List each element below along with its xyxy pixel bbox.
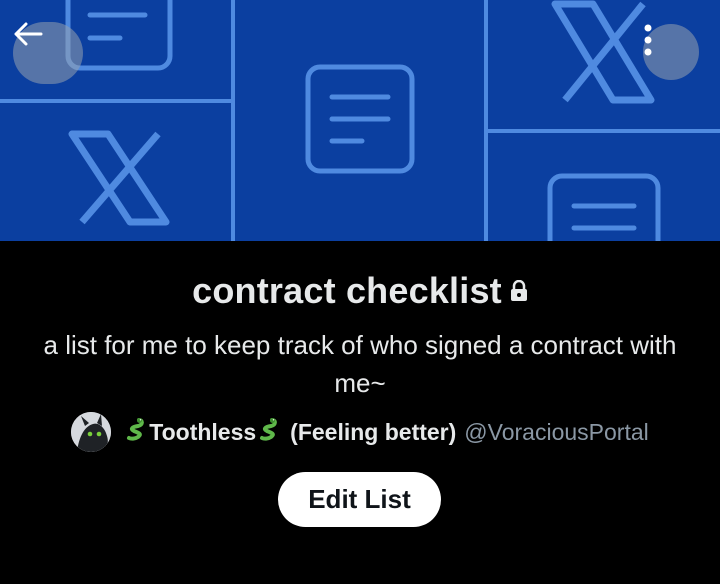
list-title: contract checklist (192, 270, 502, 311)
list-banner (0, 0, 720, 241)
list-owner[interactable]: Toothless (Feeling better) @VoraciousPor… (0, 412, 720, 452)
owner-handle[interactable]: @VoraciousPortal (464, 419, 648, 446)
list-description: a list for me to keep track of who signe… (43, 330, 677, 398)
back-button[interactable] (13, 22, 83, 84)
banner-pattern (0, 0, 720, 241)
owner-display-name[interactable]: Toothless (Feeling better) (123, 417, 456, 447)
list-title-row: contract checklist (0, 270, 720, 312)
avatar[interactable] (71, 412, 112, 452)
owner-name-text: Toothless (149, 418, 257, 445)
lock-icon (510, 269, 528, 311)
edit-list-button[interactable]: Edit List (278, 472, 441, 527)
snake-emoji-icon (259, 417, 279, 447)
snake-emoji-icon (126, 417, 146, 447)
more-options-button[interactable] (643, 24, 699, 80)
x-logo-pattern-icon (68, 0, 655, 226)
owner-status: (Feeling better) (290, 418, 457, 445)
